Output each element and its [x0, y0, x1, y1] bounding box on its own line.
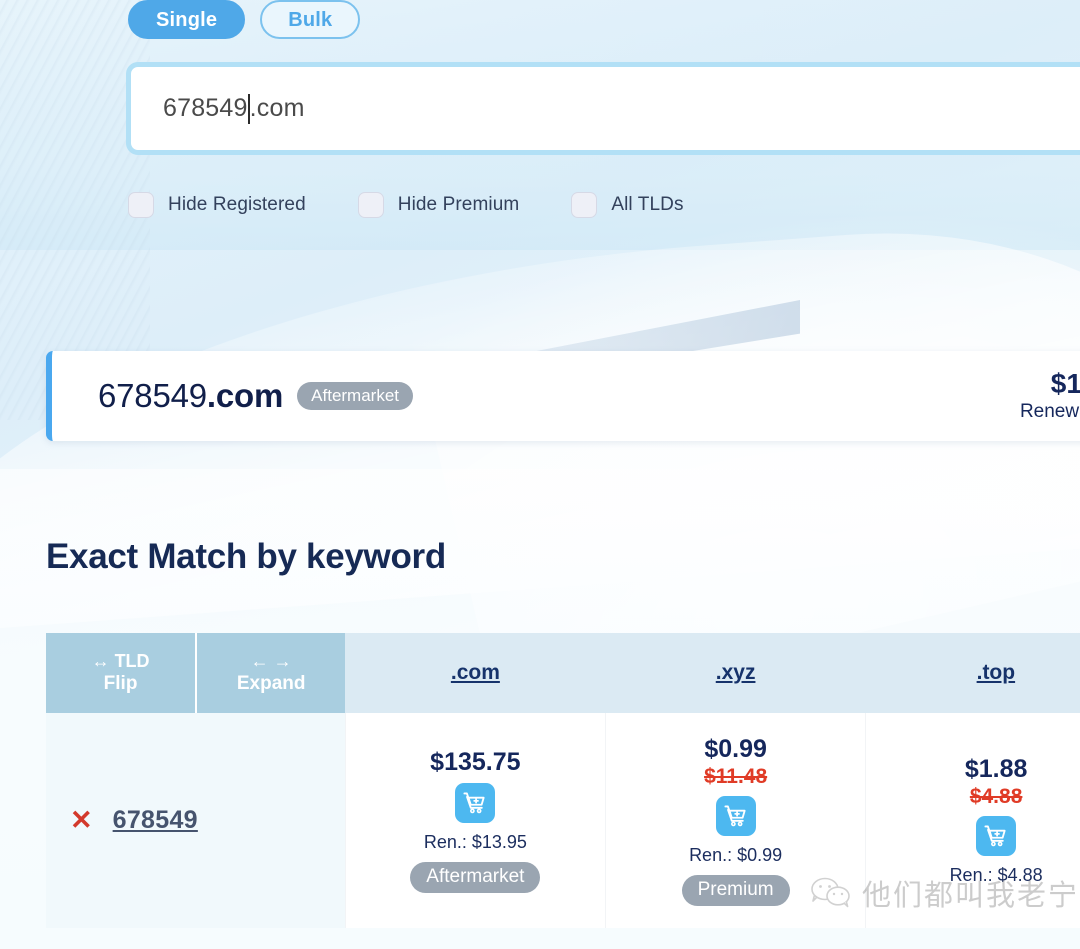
column-header-xyz: .xyz — [605, 633, 865, 713]
price-com: $135.75 — [430, 748, 520, 777]
badge-com: Aftermarket — [410, 862, 540, 893]
add-to-cart-com-button[interactable] — [455, 783, 495, 823]
add-to-cart-top-button[interactable] — [976, 816, 1016, 856]
cart-plus-icon — [462, 790, 488, 816]
expand-header[interactable]: ← → Expand — [196, 633, 345, 713]
result-card-right: $135.75 Renewal: $13.9 — [1020, 369, 1080, 422]
checkbox-hide-premium[interactable] — [358, 192, 384, 218]
result-domain-name: 678549 — [98, 377, 207, 414]
result-domain: 678549.com — [98, 377, 283, 415]
table-header-row: ↔ TLD Flip ← → Expand .com .xyz .top — [46, 633, 1080, 713]
tld-flip-label: Flip — [104, 673, 138, 694]
renewal-xyz: Ren.: $0.99 — [689, 845, 782, 866]
remove-keyword-icon[interactable]: ✕ — [70, 807, 93, 834]
renewal-top: Ren.: $4.88 — [950, 865, 1043, 886]
add-to-cart-xyz-button[interactable] — [716, 796, 756, 836]
filter-label-hide-registered: Hide Registered — [168, 194, 306, 216]
price-top: $1.88 — [965, 755, 1028, 784]
price-xyz: $0.99 — [704, 735, 767, 764]
table-row: ✕ 678549 $135.75 — [46, 713, 1080, 928]
old-price-top: $4.88 — [970, 785, 1023, 809]
result-renewal-price: Renewal: $13.9 — [1020, 401, 1080, 423]
domain-search-input[interactable]: 678549.com — [126, 62, 1080, 155]
filter-all-tlds[interactable]: All TLDs — [571, 192, 683, 218]
search-value-before-caret: 678549 — [163, 94, 248, 123]
filter-hide-premium[interactable]: Hide Premium — [358, 192, 520, 218]
mode-bulk-button[interactable]: Bulk — [260, 0, 360, 39]
tld-flip-arrows-icon: ↔ TLD — [46, 650, 195, 673]
expand-label: Expand — [237, 673, 306, 694]
section-heading-exact-match: Exact Match by keyword — [46, 537, 446, 577]
filter-checkbox-group: Hide Registered Hide Premium All TLDs — [128, 192, 684, 218]
tld-link-top[interactable]: .top — [977, 661, 1015, 684]
column-header-com: .com — [345, 633, 605, 713]
result-card-left: 678549.com Aftermarket — [98, 377, 413, 415]
domain-search-page: Single Bulk 678549.com Hide Registered H… — [0, 0, 1080, 949]
filter-label-hide-premium: Hide Premium — [398, 194, 520, 216]
result-domain-tld: .com — [207, 377, 283, 414]
result-status-badge: Aftermarket — [297, 382, 413, 410]
primary-result-card[interactable]: 678549.com Aftermarket $135.75 Renewal: … — [46, 351, 1080, 441]
tld-flip-header[interactable]: ↔ TLD Flip — [46, 633, 196, 713]
filter-hide-registered[interactable]: Hide Registered — [128, 192, 306, 218]
table-header: ↔ TLD Flip ← → Expand .com .xyz .top — [46, 633, 1080, 713]
old-price-xyz: $11.48 — [704, 765, 767, 789]
tld-link-xyz[interactable]: .xyz — [716, 661, 756, 684]
price-cell-xyz: $0.99 $11.48 Ren.: $0.99 — [605, 713, 865, 928]
price-cell-top: $1.88 $4.88 Ren.: $4.88 — [866, 713, 1080, 928]
badge-xyz: Premium — [682, 875, 790, 906]
checkbox-all-tlds[interactable] — [571, 192, 597, 218]
mode-single-button[interactable]: Single — [128, 0, 245, 39]
result-price: $135.75 — [1020, 369, 1080, 398]
expand-arrows-icon: ← → — [197, 650, 345, 673]
renewal-com: Ren.: $13.95 — [424, 832, 527, 853]
price-cell-com: $135.75 Ren.: $13.95 Aftermarket — [345, 713, 605, 928]
checkbox-hide-registered[interactable] — [128, 192, 154, 218]
search-input-text: 678549.com — [163, 94, 305, 124]
column-header-top: .top — [866, 633, 1080, 713]
tld-link-com[interactable]: .com — [451, 661, 500, 684]
keyword-link[interactable]: 678549 — [113, 806, 198, 835]
exact-match-table: ↔ TLD Flip ← → Expand .com .xyz .top — [46, 633, 1080, 928]
table-body: ✕ 678549 $135.75 — [46, 713, 1080, 928]
filter-label-all-tlds: All TLDs — [611, 194, 683, 216]
cart-plus-icon — [983, 823, 1009, 849]
search-mode-toggle: Single Bulk — [128, 0, 360, 39]
search-value-after-caret: .com — [250, 94, 305, 123]
cart-plus-icon — [723, 803, 749, 829]
keyword-cell: ✕ 678549 — [46, 713, 345, 928]
